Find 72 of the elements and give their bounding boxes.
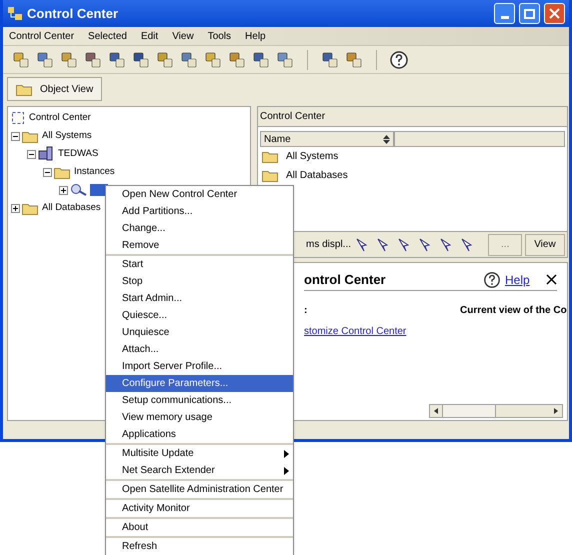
context-menu-item[interactable]: About xyxy=(106,519,293,536)
server-icon xyxy=(38,146,54,162)
maximize-icon xyxy=(524,8,535,18)
scrollbar-thumb[interactable] xyxy=(442,405,496,417)
menu-item[interactable]: Control Center xyxy=(9,28,74,44)
minimize-icon xyxy=(500,16,508,19)
info-label: : xyxy=(304,304,308,318)
column-header[interactable]: Name xyxy=(260,131,394,147)
expand-icon[interactable] xyxy=(11,204,20,212)
close-button[interactable] xyxy=(544,3,565,24)
context-menu-item[interactable]: Change... xyxy=(106,220,293,237)
context-menu-item[interactable]: Quiesce... xyxy=(106,307,293,324)
network-icon xyxy=(11,111,25,125)
context-menu-item[interactable]: Import Server Profile... xyxy=(106,358,293,375)
submenu-arrow-icon xyxy=(284,466,289,474)
menu-item[interactable]: Edit xyxy=(140,28,158,44)
context-menu-item[interactable]: Refresh xyxy=(106,538,293,555)
context-menu-item[interactable]: Applications xyxy=(106,426,293,443)
menu-item[interactable]: Selected xyxy=(88,28,127,44)
tree-node-label[interactable]: Instances xyxy=(72,164,117,180)
collapse-icon[interactable] xyxy=(11,132,20,140)
collapse-icon[interactable] xyxy=(43,168,52,176)
context-menu-item[interactable]: View memory usage xyxy=(106,409,293,426)
context-menu-item[interactable]: Start xyxy=(106,256,293,273)
tree-node-label[interactable]: Control Center xyxy=(27,110,93,126)
items-displayed-label: ms displ... xyxy=(306,238,352,252)
help-icon[interactable] xyxy=(389,50,409,70)
context-menu-item[interactable]: Open New Control Center xyxy=(106,186,293,203)
context-menu-item[interactable]: Attach... xyxy=(106,341,293,358)
close-icon[interactable] xyxy=(546,274,557,285)
context-menu-item[interactable]: Activity Monitor xyxy=(106,500,293,517)
submenu-arrow-icon xyxy=(284,450,289,458)
folder-icon xyxy=(262,150,278,163)
tree-node-label[interactable]: All Databases xyxy=(40,200,103,216)
more-button[interactable]: ... xyxy=(488,234,522,256)
context-menu-item[interactable]: Unquiesce xyxy=(106,324,293,341)
context-menu-item[interactable]: Stop xyxy=(106,273,293,290)
collapse-icon[interactable] xyxy=(27,150,36,158)
sort-icon xyxy=(383,134,390,144)
menu-item[interactable]: View xyxy=(172,28,194,44)
list-item[interactable]: All Databases xyxy=(286,168,348,183)
folder-icon xyxy=(22,202,38,214)
menu-item[interactable]: Tools xyxy=(208,28,232,44)
context-menu-item[interactable]: Multisite Update xyxy=(106,445,293,462)
tree-node-label[interactable]: TEDWAS xyxy=(56,146,100,162)
current-view-text: Current view of the Co xyxy=(460,304,567,318)
maximize-button[interactable] xyxy=(519,3,540,24)
folder-icon xyxy=(22,130,38,142)
folder-icon xyxy=(262,169,278,182)
customize-link[interactable]: stomize Control Center xyxy=(304,324,567,339)
context-menu-item[interactable]: Setup communications... xyxy=(106,392,293,409)
list-item[interactable]: All Systems xyxy=(286,149,338,164)
context-menu-item[interactable]: Net Search Extender xyxy=(106,462,293,479)
expand-icon[interactable] xyxy=(59,186,68,194)
context-menu-item[interactable]: Open Satellite Administration Center xyxy=(106,481,293,498)
context-menu-item[interactable]: Configure Parameters... xyxy=(106,375,293,392)
help-link[interactable]: Help xyxy=(505,270,530,288)
folder-icon xyxy=(54,166,70,178)
context-menu-item[interactable]: Remove xyxy=(106,237,293,254)
context-menu-item[interactable]: Start Admin... xyxy=(106,290,293,307)
app-icon xyxy=(7,6,23,22)
view-button[interactable]: View xyxy=(525,234,565,256)
tree-node-label[interactable]: All Systems xyxy=(40,128,94,144)
help-icon xyxy=(483,270,501,288)
window-title: Control Center xyxy=(27,4,119,23)
info-heading: ontrol Center xyxy=(304,270,387,289)
context-menu-item[interactable]: Add Partitions... xyxy=(106,203,293,220)
view-tab[interactable]: Object View xyxy=(7,77,102,101)
menu-item[interactable]: Help xyxy=(245,28,266,44)
folder-icon xyxy=(16,82,32,96)
minimize-button[interactable] xyxy=(494,3,515,24)
close-icon xyxy=(549,8,560,19)
